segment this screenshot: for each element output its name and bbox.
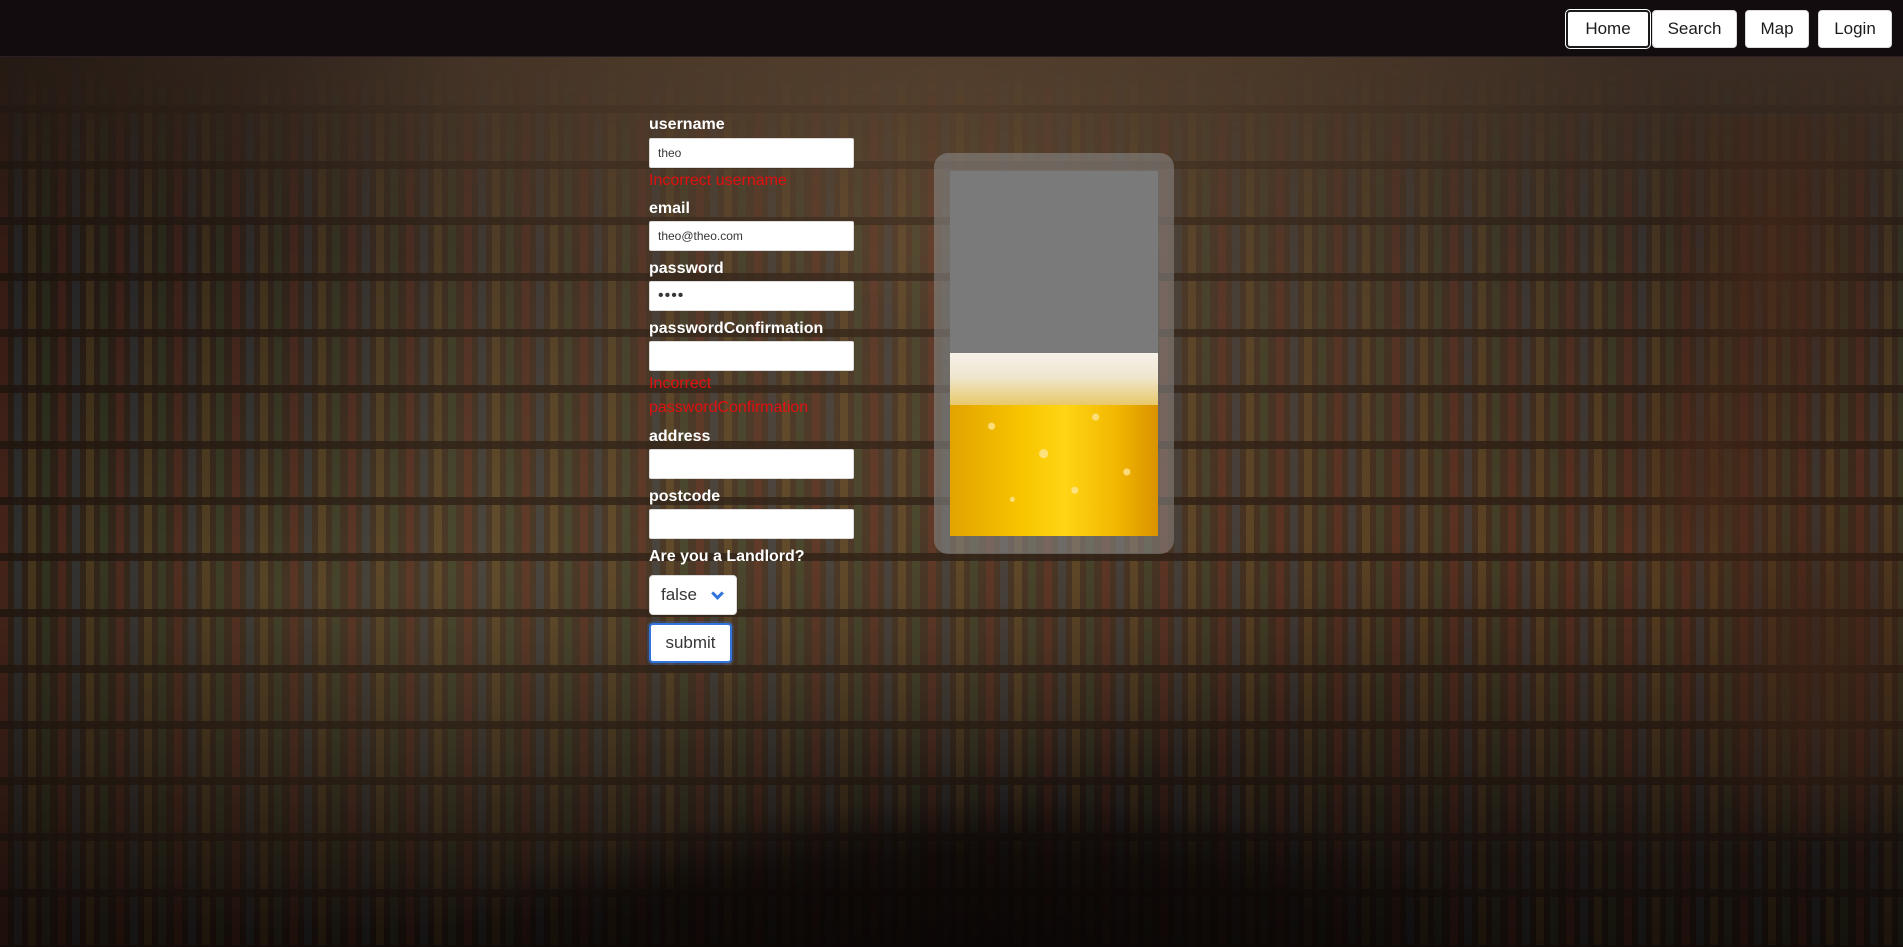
password-input[interactable] bbox=[649, 281, 854, 311]
barrels bbox=[1473, 117, 1903, 837]
address-label: address bbox=[649, 428, 711, 445]
nav-home-button[interactable]: Home bbox=[1566, 10, 1650, 48]
email-input[interactable] bbox=[649, 221, 854, 251]
nav-map-button[interactable]: Map bbox=[1745, 10, 1809, 48]
password-confirmation-input[interactable] bbox=[649, 341, 854, 371]
postcode-label: postcode bbox=[649, 488, 721, 505]
password-confirmation-label: passwordConfirmation bbox=[649, 320, 824, 337]
nav-search-button[interactable]: Search bbox=[1652, 10, 1737, 48]
beer-glass-inner bbox=[950, 171, 1158, 536]
nav-login-button[interactable]: Login bbox=[1818, 10, 1892, 48]
postcode-input[interactable] bbox=[649, 509, 854, 539]
beer-fill bbox=[950, 353, 1158, 536]
username-label: username bbox=[649, 116, 725, 133]
beer-glass bbox=[934, 153, 1174, 554]
crowd-silhouettes bbox=[430, 797, 1530, 947]
email-label: email bbox=[649, 200, 690, 217]
address-input[interactable] bbox=[649, 449, 854, 479]
landlord-select[interactable]: false bbox=[649, 575, 737, 615]
username-error: Incorrect username bbox=[649, 172, 787, 189]
password-label: password bbox=[649, 260, 724, 277]
chevron-down-icon bbox=[711, 587, 724, 600]
beer-foam bbox=[950, 353, 1158, 405]
password-confirmation-error: Incorrect passwordConfirmation bbox=[649, 375, 809, 416]
landlord-select-value: false bbox=[661, 585, 697, 604]
submit-button[interactable]: submit bbox=[649, 623, 732, 663]
navbar: Home Search Map Login bbox=[0, 0, 1903, 57]
username-input[interactable] bbox=[649, 138, 854, 168]
landlord-label: Are you a Landlord? bbox=[649, 548, 805, 565]
